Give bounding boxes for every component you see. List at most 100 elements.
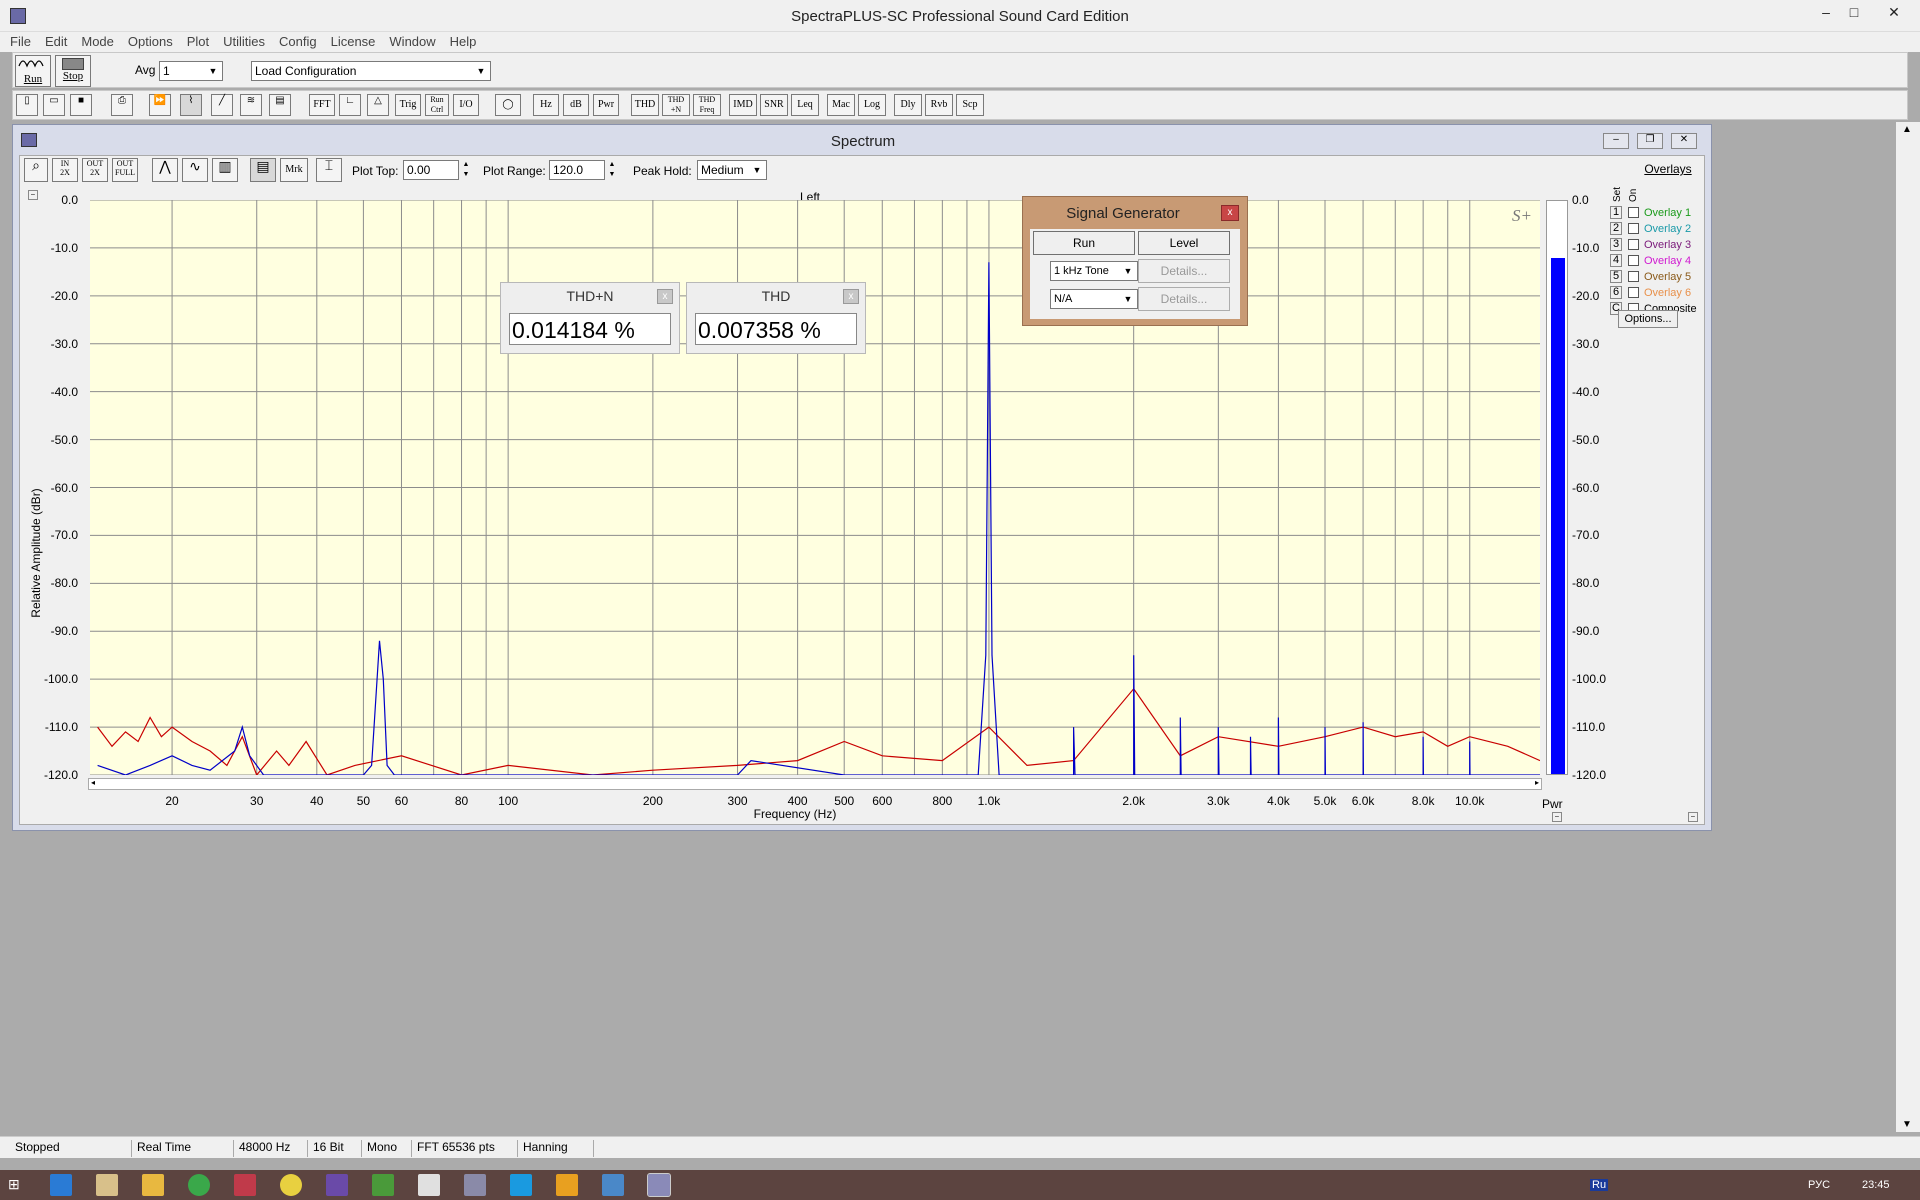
generator-level-button[interactable]: Level	[1138, 231, 1230, 255]
config-select[interactable]: Load Configuration ▼	[251, 61, 491, 81]
menu-window[interactable]: Window	[389, 32, 435, 52]
vertical-scrollbar[interactable]: ▲ ▼	[1896, 122, 1920, 1132]
second-generator-select[interactable]: N/A ▼	[1050, 289, 1138, 309]
tray-ru-icon[interactable]: Ru	[1590, 1179, 1609, 1191]
explorer-icon[interactable]	[142, 1174, 164, 1196]
run-ctrl-button[interactable]: Run Ctrl	[425, 94, 449, 116]
pwr-button[interactable]: Pwr	[593, 94, 619, 116]
chrome-icon[interactable]	[280, 1174, 302, 1196]
trig-button[interactable]: Trig	[395, 94, 421, 116]
green-app-icon[interactable]	[372, 1174, 394, 1196]
signal-generator-window[interactable]: Signal Generator x Run Level 1 kHz Tone …	[1022, 196, 1248, 326]
window-close-button[interactable]: ✕	[1671, 133, 1697, 149]
run-button[interactable]: Run	[15, 55, 51, 87]
overlay-set-button[interactable]: 5	[1610, 270, 1622, 283]
save-app-icon[interactable]	[234, 1174, 256, 1196]
menu-options[interactable]: Options	[128, 32, 173, 52]
generator-icon[interactable]: ◯	[495, 94, 521, 116]
fft-button[interactable]: FFT	[309, 94, 335, 116]
close-icon[interactable]: x	[1221, 205, 1239, 221]
stop-button[interactable]: Stop	[55, 55, 91, 87]
utorrent-icon[interactable]	[188, 1174, 210, 1196]
window-minimize-button[interactable]: –	[1603, 133, 1629, 149]
overlay-set-button[interactable]: 1	[1610, 206, 1622, 219]
plot-top-spinner[interactable]: ▲ ▼	[461, 160, 471, 180]
legend-icon[interactable]: ▤	[250, 158, 276, 182]
zoom-in-x-icon[interactable]: IN 2X	[52, 158, 78, 182]
window-app-icon[interactable]	[602, 1174, 624, 1196]
overlay-options-button[interactable]: Options...	[1618, 310, 1678, 328]
menu-file[interactable]: File	[10, 32, 31, 52]
bars-icon[interactable]: ▥	[212, 158, 238, 182]
clock[interactable]: 23:45	[1862, 1179, 1890, 1191]
thd-button[interactable]: THD	[631, 94, 659, 116]
3d-surface-icon[interactable]: ▤	[269, 94, 291, 116]
overlay-checkbox[interactable]	[1628, 223, 1639, 234]
maximize-button[interactable]: □	[1840, 2, 1868, 22]
snr-button[interactable]: SNR	[760, 94, 788, 116]
peak-icon[interactable]: ⋀	[152, 158, 178, 182]
overlay-checkbox[interactable]	[1628, 271, 1639, 282]
folder-app-icon[interactable]	[556, 1174, 578, 1196]
close-button[interactable]: ✕	[1880, 2, 1908, 22]
overlay-checkbox[interactable]	[1628, 239, 1639, 250]
menu-plot[interactable]: Plot	[187, 32, 209, 52]
db-button[interactable]: dB	[563, 94, 589, 116]
spectrum-mode-icon[interactable]: ⌇	[180, 94, 202, 116]
io-button[interactable]: I/O	[453, 94, 479, 116]
details-button-2[interactable]: Details...	[1138, 287, 1230, 311]
open-folder-icon[interactable]: ▭	[43, 94, 65, 116]
thd-n-button[interactable]: THD +N	[662, 94, 690, 116]
collapse-icon[interactable]: –	[1552, 812, 1562, 822]
scroll-left-icon[interactable]: ◂	[91, 778, 95, 787]
menu-utilities[interactable]: Utilities	[223, 32, 265, 52]
phase-icon[interactable]: ≋	[240, 94, 262, 116]
close-icon[interactable]: x	[657, 289, 673, 304]
print-icon[interactable]: ⎙	[111, 94, 133, 116]
plot-top-input[interactable]: 0.00	[403, 160, 459, 180]
curve-icon[interactable]: ∿	[182, 158, 208, 182]
save-icon[interactable]: ■	[70, 94, 92, 116]
overlay-set-button[interactable]: 6	[1610, 286, 1622, 299]
minimize-button[interactable]: –	[1812, 2, 1840, 22]
menu-license[interactable]: License	[331, 32, 376, 52]
close-icon[interactable]: x	[843, 289, 859, 304]
peak-hold-select[interactable]: Medium ▼	[697, 160, 767, 180]
hz-button[interactable]: Hz	[533, 94, 559, 116]
overlay-checkbox[interactable]	[1628, 287, 1639, 298]
window-restore-button[interactable]: ❐	[1637, 133, 1663, 149]
menu-config[interactable]: Config	[279, 32, 317, 52]
recorder-icon[interactable]: ⏩	[149, 94, 171, 116]
menu-help[interactable]: Help	[450, 32, 477, 52]
spectraplus-taskbar-icon[interactable]	[647, 1173, 671, 1197]
dly-button[interactable]: Dly	[894, 94, 922, 116]
tool-icon[interactable]	[464, 1174, 486, 1196]
cursor-icon[interactable]: ⌶	[316, 158, 342, 182]
thd-meter[interactable]: THD x 0.007358 %	[686, 282, 866, 354]
overlay-set-button[interactable]: 3	[1610, 238, 1622, 251]
scroll-down-icon[interactable]: ▼	[1902, 1119, 1912, 1130]
overlay-set-button[interactable]: 2	[1610, 222, 1622, 235]
calculator-icon[interactable]	[96, 1174, 118, 1196]
zoom-icon[interactable]: ⌕	[24, 158, 48, 182]
marker-button[interactable]: Mrk	[280, 158, 308, 182]
zoom-full-icon[interactable]: OUT FULL	[112, 158, 138, 182]
visual-studio-icon[interactable]	[326, 1174, 348, 1196]
language-indicator[interactable]: РУС	[1808, 1179, 1830, 1191]
scroll-right-icon[interactable]: ▸	[1535, 778, 1539, 787]
collapse-icon[interactable]: –	[1688, 812, 1698, 822]
new-file-icon[interactable]: ▯	[16, 94, 38, 116]
generator-run-button[interactable]: Run	[1033, 231, 1135, 255]
tone-select[interactable]: 1 kHz Tone ▼	[1050, 261, 1138, 281]
thd-n-meter[interactable]: THD+N x 0.014184 %	[500, 282, 680, 354]
leq-button[interactable]: Leq	[791, 94, 819, 116]
overlay-checkbox[interactable]	[1628, 255, 1639, 266]
log-button[interactable]: Log	[858, 94, 886, 116]
rvb-button[interactable]: Rvb	[925, 94, 953, 116]
zoom-out-x-icon[interactable]: OUT 2X	[82, 158, 108, 182]
opera-icon[interactable]	[418, 1174, 440, 1196]
plot-range-input[interactable]: 120.0	[549, 160, 605, 180]
axis-icon[interactable]: ∟	[339, 94, 361, 116]
scroll-up-icon[interactable]: ▲	[1902, 124, 1912, 135]
start-icon[interactable]: ⊞	[8, 1176, 26, 1194]
